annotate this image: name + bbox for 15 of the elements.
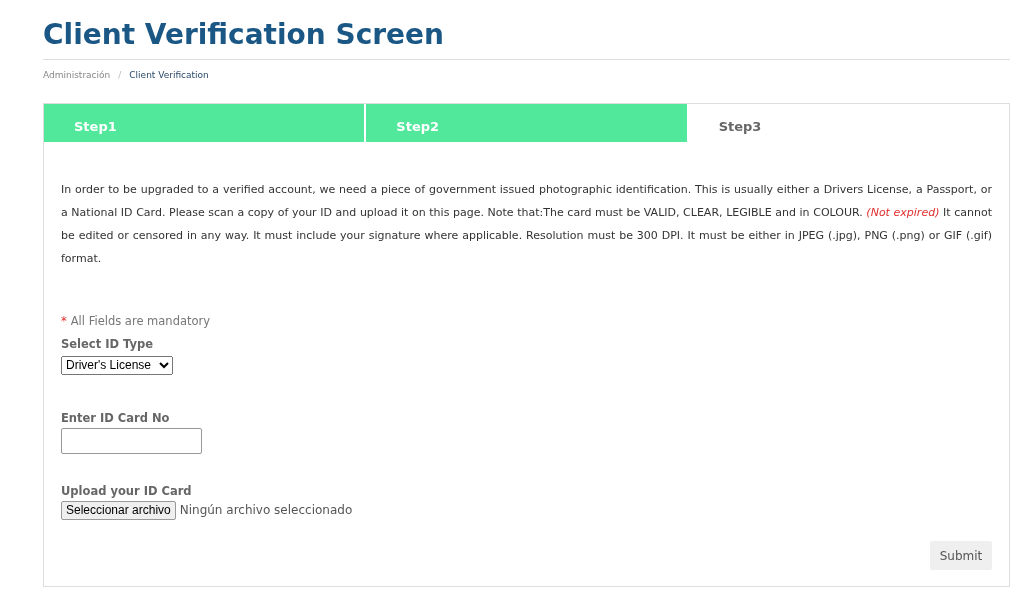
breadcrumb-link[interactable]: Administración (43, 70, 111, 80)
field-label: Enter ID Card No (61, 410, 171, 425)
file-status: Ningún archivo seleccionado (179, 503, 353, 517)
submit-button[interactable]: Submit (930, 541, 992, 570)
breadcrumb-separator: / (118, 70, 122, 80)
id-number-field[interactable] (61, 427, 202, 454)
instructions-text: In order to be upgraded to a verified account, we need a piece of government issued photographic identification. This is usually either a Drivers License, a Passport, or a National ID Card. Please scan a copy of your ID and upload it on this page. Note that:The card must be VALID, CLEAR, LEGIBLE and in COLOUR. (Not expired) It cannot be edited or censored in any way. It must include your signature where applicable. Resolution must be 300 DPI. It must be either in JPEG (.jpg), PNG (.png) or GIF (.gif) format. (61, 182, 992, 267)
id-type-select[interactable]: Driver's License (61, 355, 173, 375)
mandatory-note: All Fields are mandatory (70, 314, 211, 328)
page-title: Client Verification Screen (43, 18, 1010, 60)
field-label: Select ID Type (61, 337, 154, 351)
required-mark: * (61, 314, 67, 328)
breadcrumb-link[interactable]: Client Verification (129, 70, 209, 80)
choose-file-button[interactable]: Seleccionar archivo (61, 500, 176, 520)
field-label: Upload your ID Card (61, 483, 193, 498)
